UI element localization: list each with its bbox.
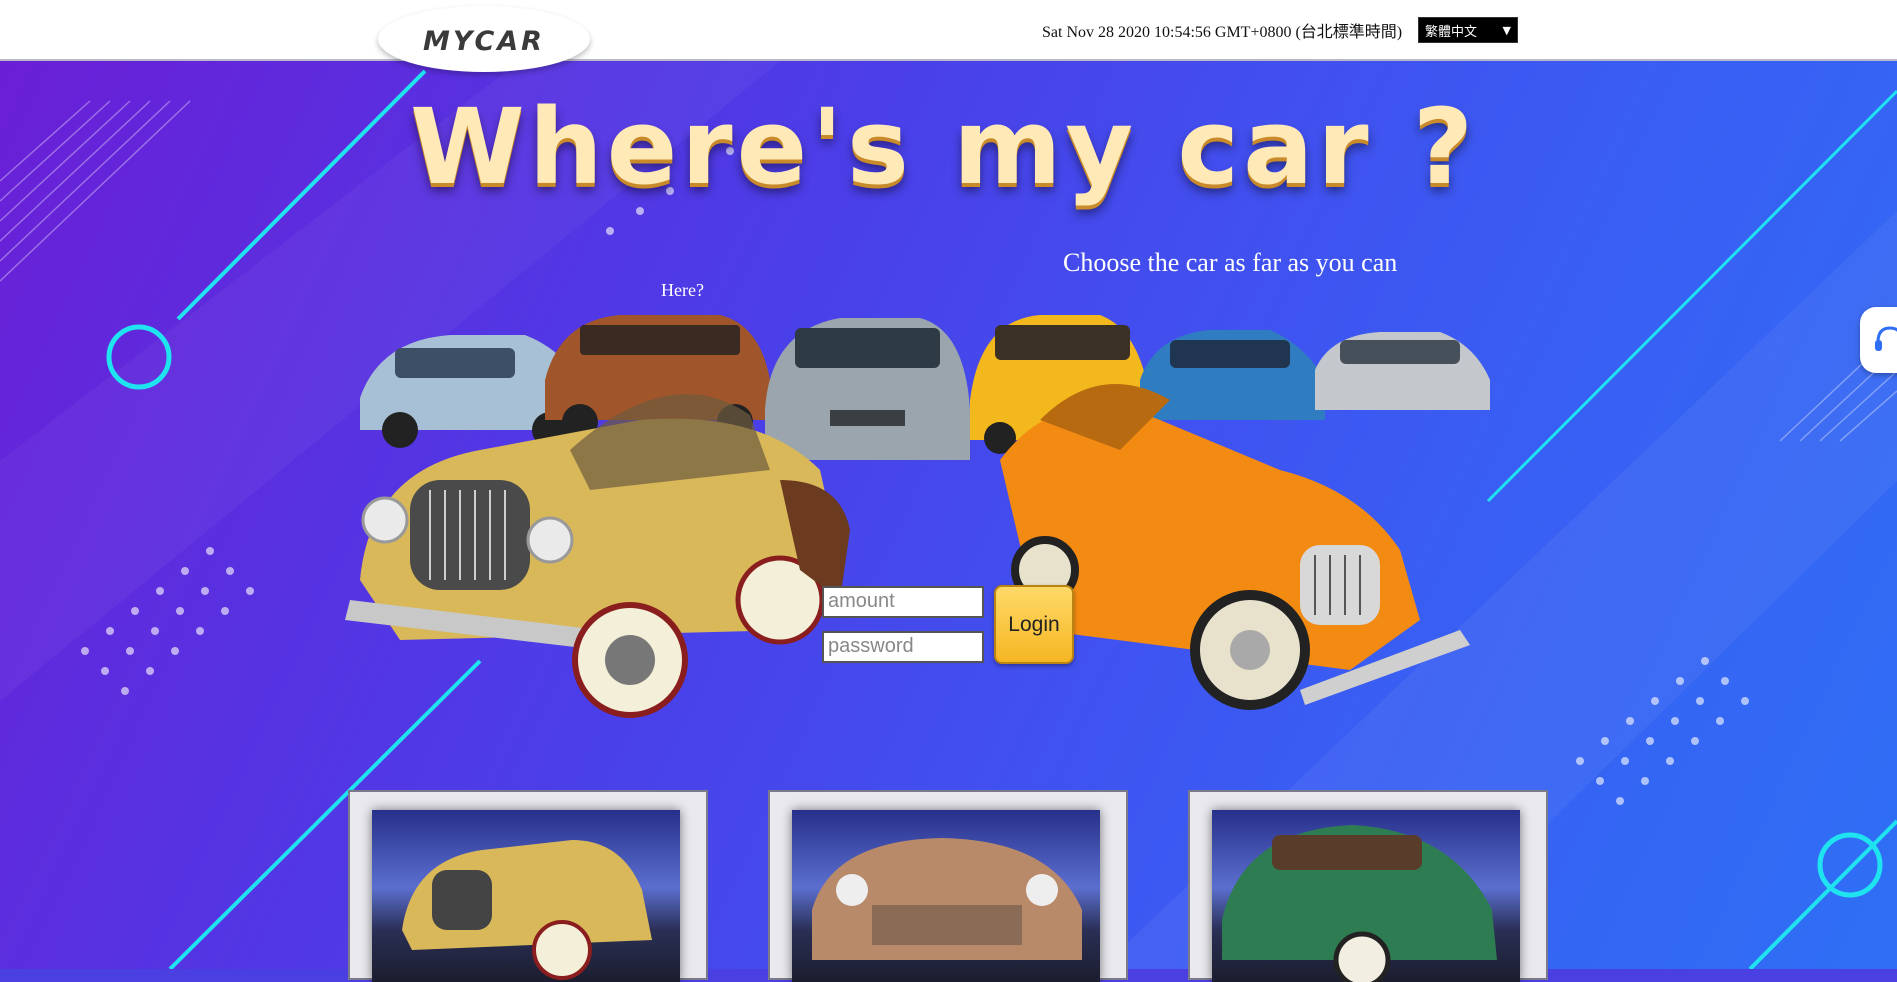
top-bar: Sat Nov 28 2020 10:54:56 GMT+0800 (台北標準時… <box>0 0 1897 61</box>
classic-green-car-icon <box>1222 825 1497 982</box>
amount-input[interactable]: amount <box>822 586 984 618</box>
car-blue-sedan-icon <box>1140 330 1325 420</box>
amount-placeholder: amount <box>828 590 895 612</box>
datetime-display: Sat Nov 28 2020 10:54:56 GMT+0800 (台北標準時… <box>1042 24 1403 41</box>
login-button-label: Login <box>1008 612 1060 636</box>
language-select-value: 繁體中文 <box>1425 24 1478 40</box>
car-silver-sedan-icon <box>1315 332 1490 410</box>
headset-icon <box>1875 326 1897 351</box>
chevron-down-icon: ▼ <box>1502 23 1511 37</box>
login-button[interactable]: Login <box>994 585 1074 664</box>
classic-bronze-car-icon <box>812 838 1082 960</box>
site-logo[interactable]: MYCAR <box>378 6 590 72</box>
car-vintage-yellow-convertible-icon <box>345 394 850 718</box>
hint-text: Here? <box>661 280 704 300</box>
thumbnail-image-classic-bronze <box>792 810 1100 982</box>
password-placeholder: password <box>828 635 914 657</box>
car-thumbnail-2[interactable] <box>768 790 1128 982</box>
car-thumbnail-1[interactable] <box>348 790 708 982</box>
customer-support-widget[interactable] <box>1860 307 1897 373</box>
car-thumbnail-3[interactable] <box>1188 790 1548 982</box>
car-grey-sedan-icon <box>765 318 970 460</box>
page-subtitle: Choose the car as far as you can <box>1063 248 1398 277</box>
thumbnail-image-classic-green <box>1212 810 1520 982</box>
thumbnail-image-vintage-yellow <box>372 810 680 982</box>
logo-text: MYCAR <box>423 26 545 57</box>
password-input[interactable]: password <box>822 631 984 663</box>
page-headline: Where's my car ? <box>410 86 1478 208</box>
vintage-yellow-car-icon <box>402 840 652 980</box>
cars-illustration <box>345 315 1490 718</box>
language-select[interactable]: 繁體中文 ▼ <box>1418 17 1518 43</box>
